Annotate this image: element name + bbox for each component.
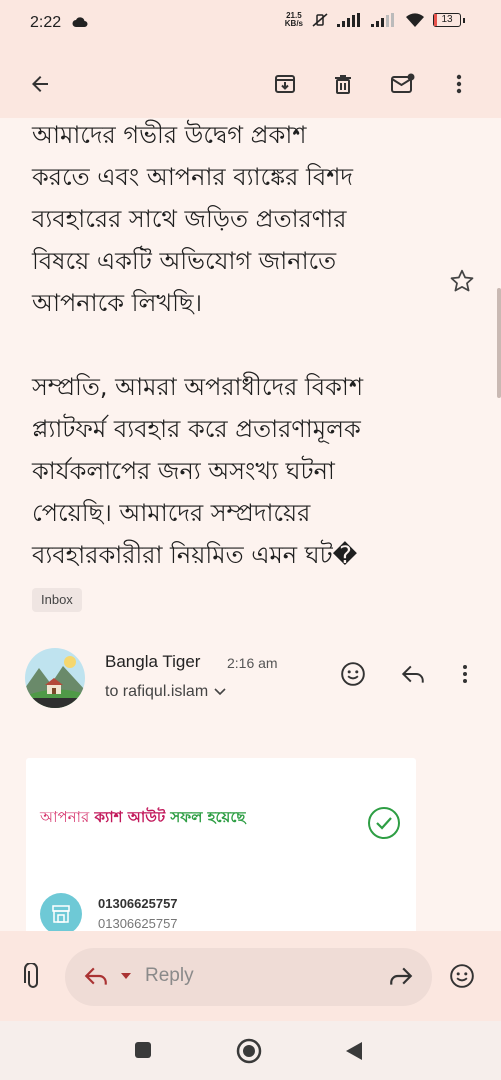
card-headline: আপনার ক্যাশ আউট সফল হয়েছে	[40, 808, 246, 826]
emoji-icon[interactable]	[449, 963, 475, 989]
network-speed: 21.5 KB/s	[284, 11, 303, 28]
star-icon[interactable]	[449, 268, 475, 294]
recipient-details-toggle[interactable]: to rafiqul.islam	[105, 683, 226, 701]
more-vert-icon	[456, 74, 462, 94]
archive-button[interactable]	[270, 69, 300, 99]
wifi-icon	[406, 13, 424, 27]
cloud-icon	[72, 17, 88, 27]
message-time: 2:16 am	[227, 655, 278, 671]
forward-icon[interactable]	[388, 965, 414, 987]
recents-icon[interactable]	[134, 1041, 152, 1059]
home-icon[interactable]	[236, 1038, 262, 1064]
delete-button[interactable]	[328, 69, 358, 99]
caret-down-icon[interactable]	[120, 970, 132, 982]
mail-unread-icon	[391, 73, 415, 93]
system-navigation-bar	[0, 1021, 501, 1080]
store-icon	[40, 893, 82, 931]
add-reaction-button[interactable]	[339, 660, 367, 688]
reply-label: Reply	[145, 965, 194, 986]
back-nav-icon[interactable]	[344, 1041, 364, 1061]
status-icons: 21.5 KB/s 13	[285, 12, 465, 28]
recipient-text: to rafiqul.islam	[105, 683, 209, 700]
top-app-bar	[0, 50, 501, 118]
signal-icon-sim1	[337, 13, 360, 27]
message-more-button[interactable]	[451, 660, 479, 688]
account-number-sub: 01306625757	[98, 916, 178, 931]
sender-name[interactable]: Bangla Tiger	[105, 652, 200, 672]
battery-icon: 13	[433, 13, 461, 27]
body-paragraph-1: আমাদের গভীর উদ্বেগ প্রকাশ করতে এবং আপনার…	[32, 121, 354, 317]
reply-icon	[84, 967, 107, 985]
avatar[interactable]	[25, 648, 85, 708]
chevron-down-icon	[214, 688, 226, 696]
label-chip-inbox[interactable]: Inbox	[32, 588, 82, 612]
message-content[interactable]: আমাদের গভীর উদ্বেগ প্রকাশ করতে এবং আপনার…	[0, 118, 501, 931]
archive-icon	[275, 75, 295, 93]
reply-icon	[401, 665, 424, 683]
check-circle-icon	[368, 807, 400, 839]
body-paragraph-2: সম্প্রতি, আমরা অপরাধীদের বিকাশ প্ল্যাটফর…	[32, 373, 364, 569]
smiley-icon	[341, 662, 365, 686]
mute-vibrate-icon	[312, 13, 328, 27]
arrow-left-icon	[32, 76, 48, 92]
account-number: 01306625757	[98, 896, 178, 911]
email-content-card: আপনার ক্যাশ আউট সফল হয়েছে 01306625757 0…	[26, 758, 416, 931]
more-options-button[interactable]	[444, 69, 474, 99]
reply-input[interactable]: Reply	[65, 948, 432, 1006]
status-time: 2:22	[30, 14, 62, 31]
landscape-avatar-icon	[25, 648, 85, 708]
mark-unread-button[interactable]	[388, 69, 418, 99]
signal-icon-sim2	[371, 13, 394, 27]
scrollbar[interactable]	[497, 288, 501, 398]
attachment-icon[interactable]	[22, 963, 44, 991]
reply-button[interactable]	[399, 660, 427, 688]
status-bar: 2:22 21.5 KB/s 13	[0, 0, 501, 50]
back-button[interactable]	[25, 69, 55, 99]
more-vert-icon	[463, 665, 467, 683]
reply-bar: Reply	[0, 931, 501, 1021]
trash-icon	[335, 75, 351, 94]
